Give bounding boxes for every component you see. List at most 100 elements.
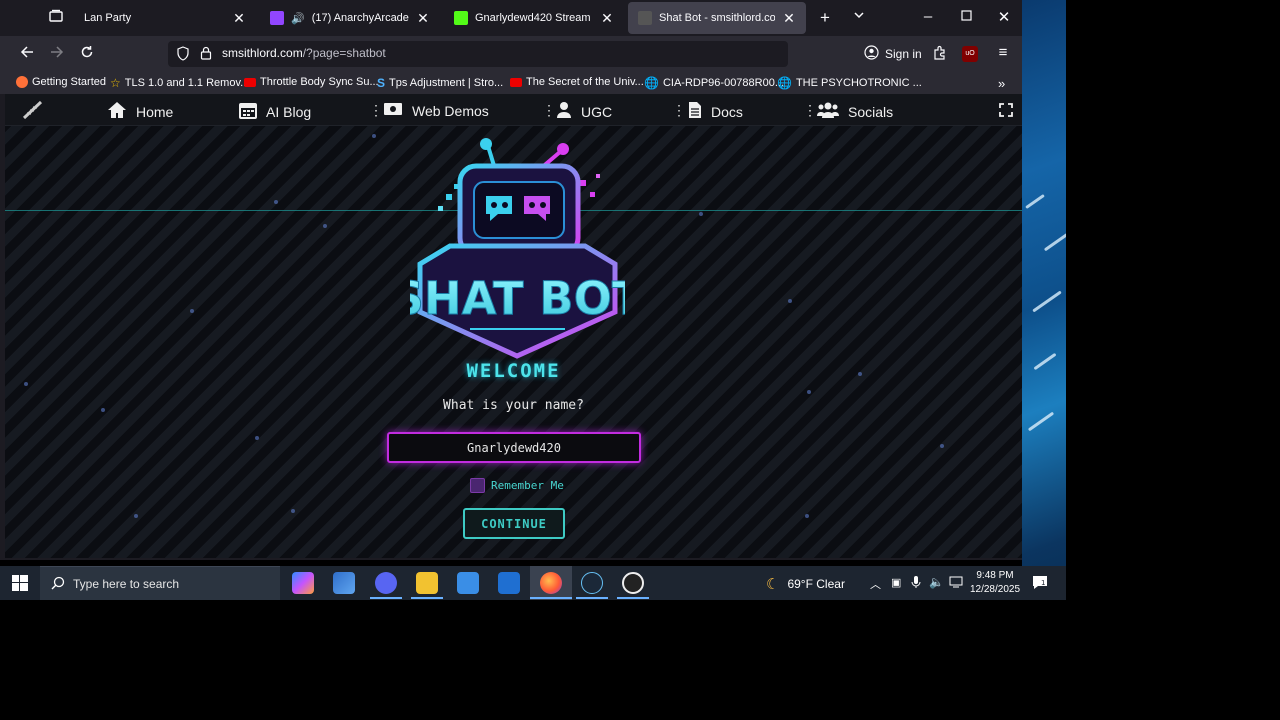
discord-icon[interactable]: [375, 572, 397, 594]
nav-label: AI Blog: [266, 103, 312, 120]
meet-now-icon[interactable]: ▣: [891, 576, 901, 589]
menu-icon[interactable]: ≡: [994, 44, 1012, 61]
chevron-down-icon[interactable]: [850, 8, 868, 25]
bookmark-getting-started[interactable]: Getting Started: [16, 76, 106, 88]
fullscreen-icon[interactable]: [999, 103, 1013, 120]
user-icon: [556, 101, 572, 122]
bookmark-tps-adjustment[interactable]: S Tps Adjustment | Stro...: [377, 76, 503, 90]
moon-icon: ☾: [766, 576, 780, 593]
bookmark-throttle-body[interactable]: Throttle Body Sync Su...: [244, 76, 379, 88]
background-particle: [190, 309, 194, 313]
tab-gnarly-stream[interactable]: Gnarlydewd420 Stream - Watch ✕: [444, 2, 624, 34]
pixel-decoration: [580, 180, 586, 186]
file-explorer-icon[interactable]: [416, 572, 438, 594]
firefox-icon: [16, 76, 28, 88]
twitch-icon: [270, 11, 284, 25]
taskbar-search[interactable]: Type here to search: [40, 566, 280, 600]
bookmark-tls[interactable]: ☆ TLS 1.0 and 1.1 Remov...: [110, 76, 249, 90]
notifications-icon[interactable]: 1: [1032, 575, 1048, 595]
tab-lan-party[interactable]: Lan Party ✕: [74, 2, 256, 34]
nav-docs[interactable]: Docs: [688, 101, 743, 122]
back-icon[interactable]: [18, 45, 36, 63]
bookmark-secret-universe[interactable]: The Secret of the Univ...: [510, 76, 644, 88]
pixel-decoration: [438, 206, 443, 211]
reload-icon[interactable]: [78, 45, 96, 63]
youtube-icon: [244, 77, 256, 87]
url-text[interactable]: smsithlord.com/?page=shatbot: [222, 46, 386, 60]
nav-label: UGC: [581, 103, 613, 120]
extensions-icon[interactable]: [930, 45, 948, 64]
firefox-icon[interactable]: [540, 572, 562, 594]
sign-in-button[interactable]: Sign in: [864, 45, 922, 63]
desktop-screen: Lan Party ✕ 🔊 (17) AnarchyArcade - Twitc…: [0, 0, 1280, 720]
background-particle: [24, 382, 28, 386]
svg-text:1: 1: [1041, 579, 1045, 587]
copilot-icon[interactable]: [292, 572, 314, 594]
tab-shat-bot[interactable]: Shat Bot - smsithlord.com ✕: [628, 2, 806, 34]
background-particle: [805, 514, 809, 518]
close-icon[interactable]: ✕: [416, 10, 430, 27]
remember-me-checkbox[interactable]: [470, 478, 485, 493]
tracking-shield-icon[interactable]: [176, 46, 190, 66]
account-icon: [864, 45, 879, 63]
tab-overview-icon[interactable]: [46, 9, 66, 27]
microphone-icon[interactable]: [911, 575, 921, 594]
welcome-heading: WELCOME: [466, 360, 561, 382]
maximize-icon[interactable]: [958, 8, 974, 25]
outlook-icon[interactable]: [498, 572, 520, 594]
close-icon[interactable]: ✕: [782, 10, 796, 27]
windows-start-icon[interactable]: [12, 575, 28, 596]
star-outline-icon: ☆: [110, 76, 121, 90]
microsoft-store-icon[interactable]: [457, 572, 479, 594]
running-indicator: [411, 597, 443, 599]
new-tab-icon[interactable]: +: [816, 8, 834, 28]
logo-quill-icon[interactable]: [21, 99, 45, 124]
weather-widget[interactable]: ☾ 69°F Clear: [766, 575, 845, 593]
nav-ai-blog[interactable]: AI Blog: [239, 101, 311, 122]
steam-icon[interactable]: [581, 572, 603, 594]
remember-me[interactable]: Remember Me: [470, 478, 564, 493]
tray-chevron-icon[interactable]: ︿: [870, 576, 881, 592]
bookmark-label: CIA-RDP96-00788R00...: [662, 77, 785, 89]
volume-icon[interactable]: 🔈: [929, 575, 944, 589]
tab-twitch[interactable]: 🔊 (17) AnarchyArcade - Twitch ✕: [260, 2, 440, 34]
remember-me-label[interactable]: Remember Me: [491, 479, 564, 492]
bookmark-psychotronic[interactable]: 🌐 THE PSYCHOTRONIC ...: [777, 76, 922, 90]
background-particle: [323, 224, 327, 228]
close-icon[interactable]: ✕: [232, 10, 246, 27]
nav-home[interactable]: Home: [107, 101, 173, 122]
robot-antenna: [557, 143, 569, 155]
bookmark-cia-rdp[interactable]: 🌐 CIA-RDP96-00788R00...: [644, 76, 784, 90]
url-path: /?page=shatbot: [302, 46, 386, 60]
ublock-icon[interactable]: uO: [962, 46, 978, 62]
more-bookmarks-icon[interactable]: »: [998, 76, 1005, 91]
home-icon: [107, 101, 127, 122]
background-particle: [788, 299, 792, 303]
obs-icon[interactable]: [622, 572, 644, 594]
speaker-icon[interactable]: 🔊: [291, 12, 305, 25]
forward-icon[interactable]: [48, 45, 66, 63]
close-icon[interactable]: ✕: [600, 10, 614, 27]
bookmark-label: Tps Adjustment | Stro...: [389, 77, 504, 89]
name-input[interactable]: [387, 432, 641, 463]
nav-label: Docs: [711, 103, 743, 120]
desktop-app-icon[interactable]: [333, 572, 355, 594]
network-icon[interactable]: [949, 575, 963, 593]
tab-title: Shat Bot - smsithlord.com: [659, 12, 775, 24]
continue-button[interactable]: CONTINUE: [463, 508, 565, 539]
name-question: What is your name?: [443, 398, 584, 413]
running-indicator: [370, 597, 402, 599]
lock-icon[interactable]: [200, 46, 212, 65]
nav-ugc[interactable]: UGC: [556, 101, 612, 122]
clock[interactable]: 9:48 PM 12/28/2025: [966, 569, 1024, 597]
minimize-icon[interactable]: –: [920, 8, 936, 25]
bookmark-label: Throttle Body Sync Su...: [260, 76, 379, 88]
s-logo-icon: S: [377, 76, 386, 90]
close-window-icon[interactable]: ✕: [996, 8, 1012, 26]
nav-socials[interactable]: Socials: [817, 101, 893, 122]
sign-in-label: Sign in: [885, 47, 922, 61]
globe-icon: 🌐: [777, 76, 792, 90]
nav-web-demos[interactable]: Web Demos: [383, 101, 489, 120]
document-icon: [688, 101, 702, 122]
running-indicator: [530, 597, 572, 599]
